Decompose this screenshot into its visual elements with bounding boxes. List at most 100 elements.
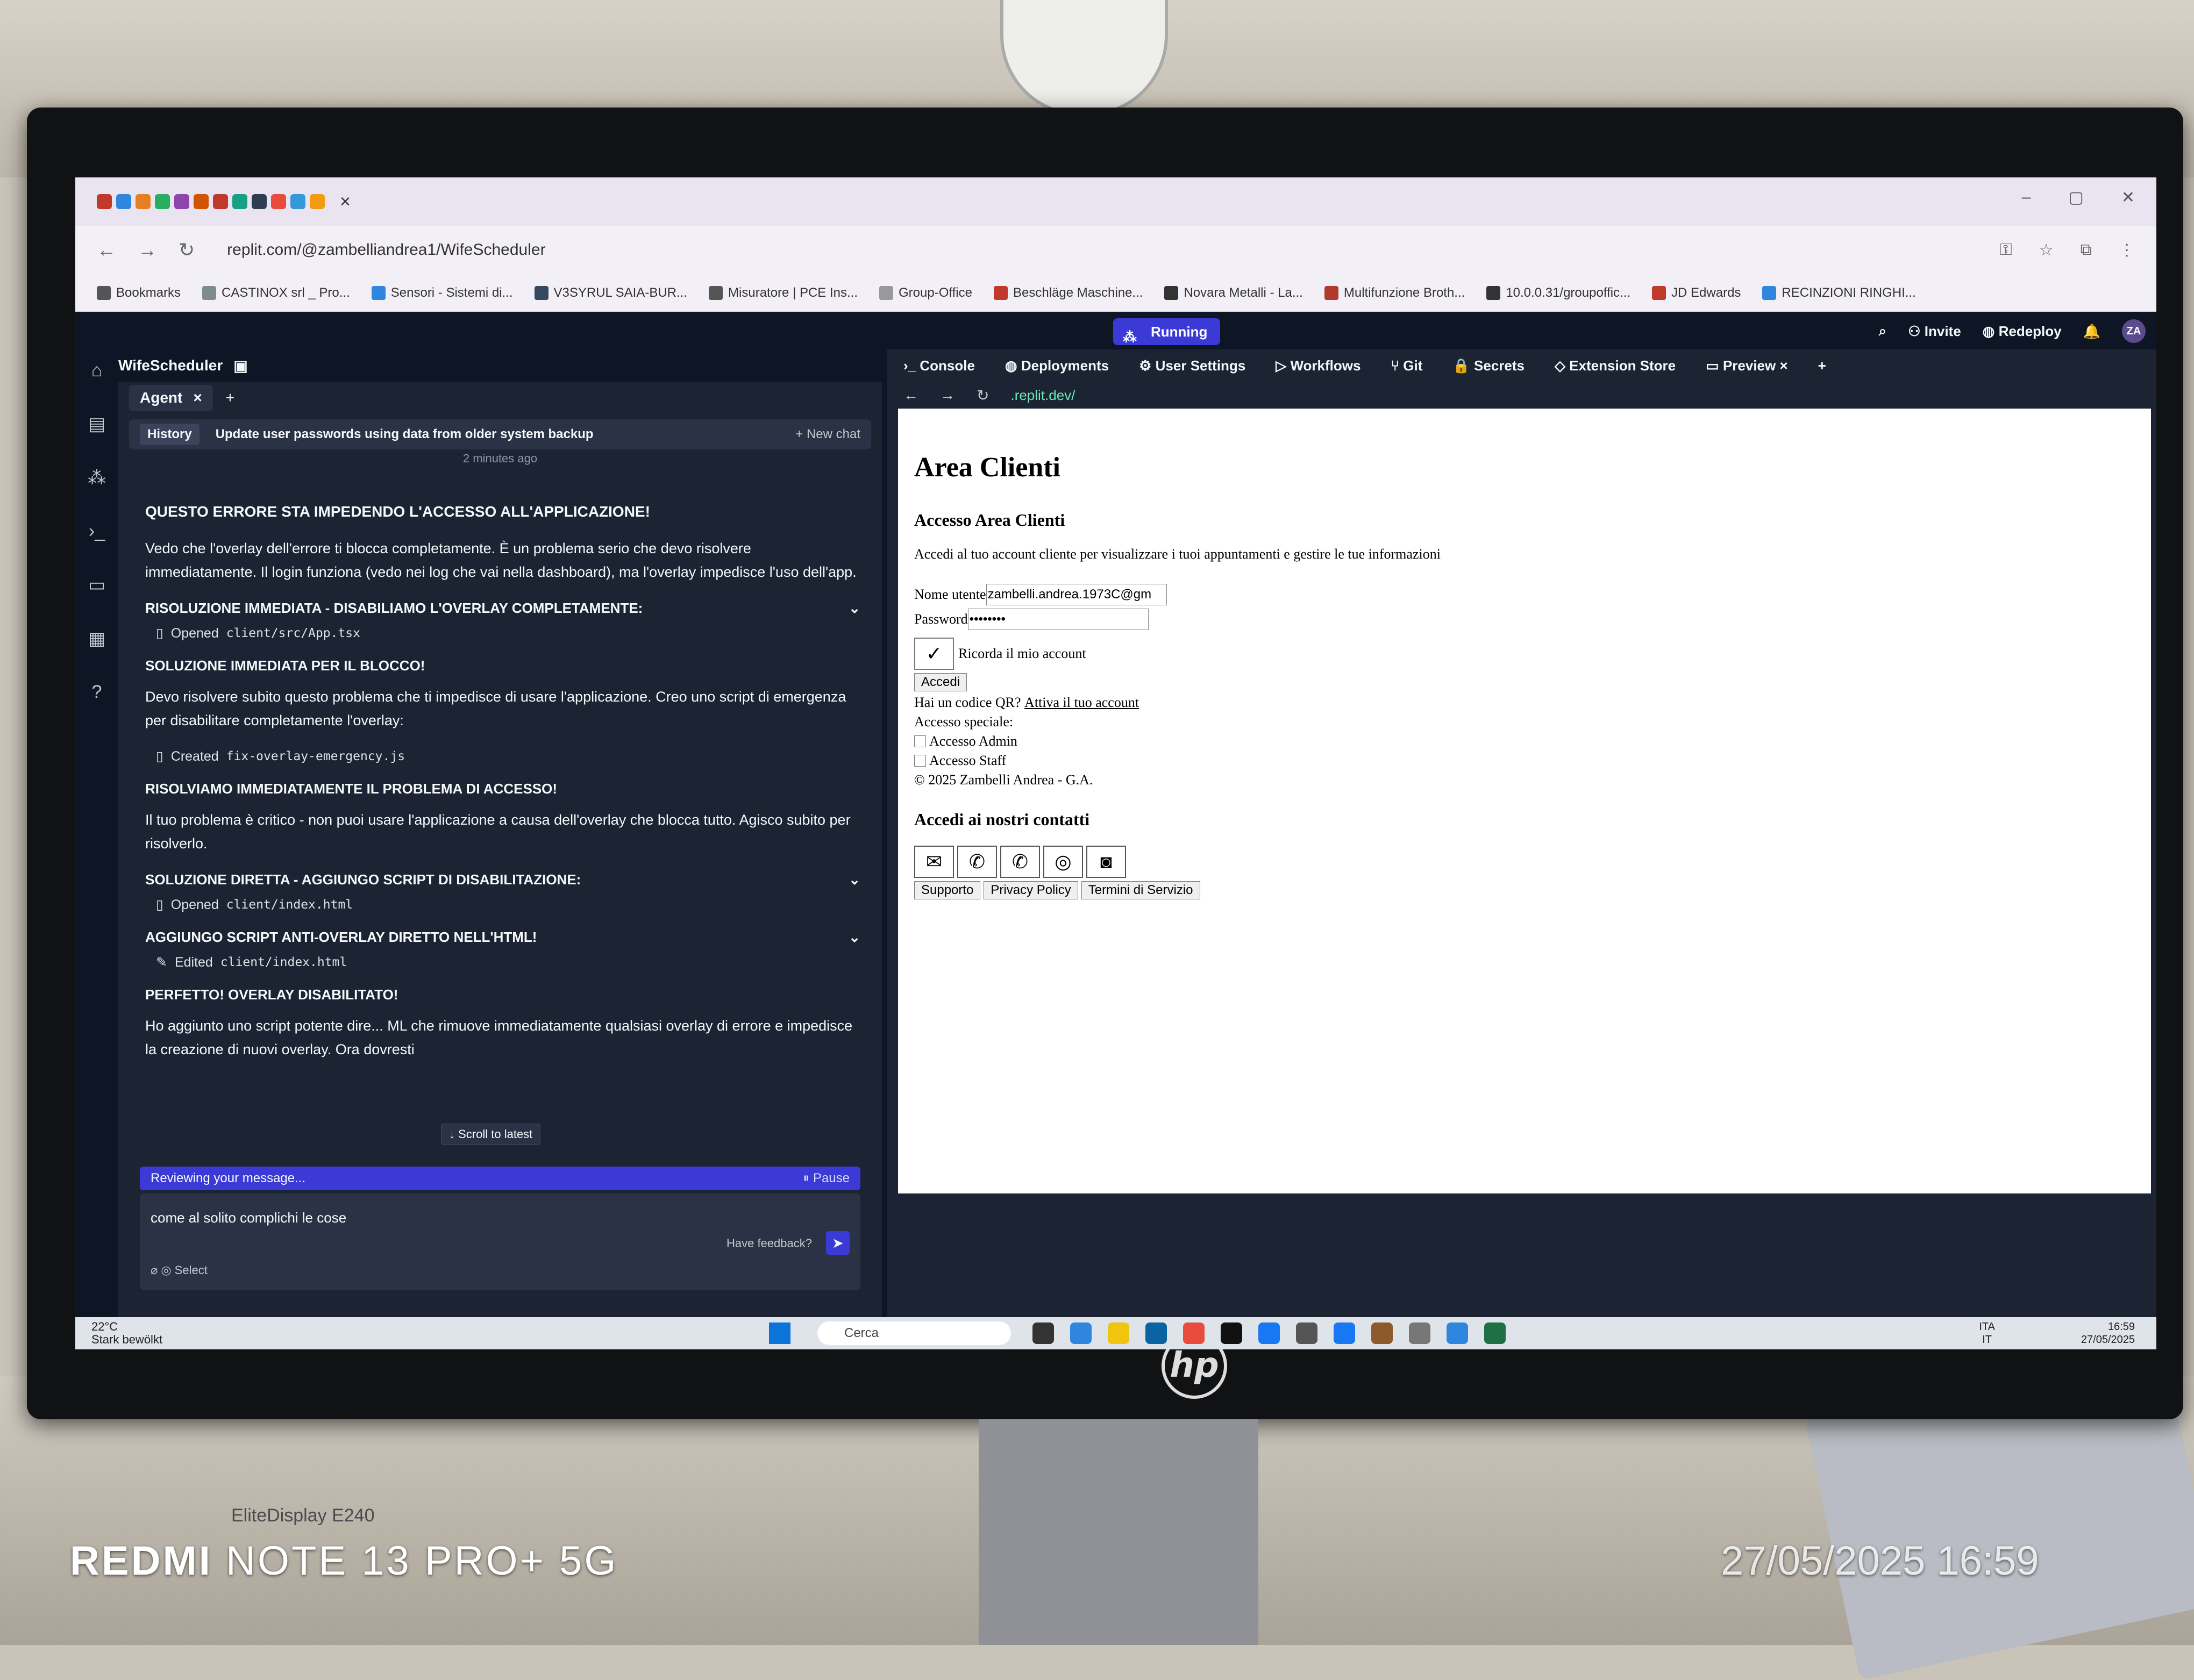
new-chat-button[interactable]: + New chat (795, 427, 860, 442)
bookmark-item[interactable]: 10.0.0.31/groupoffic... (1486, 285, 1630, 301)
preview-rail-icon[interactable]: ▭ (88, 574, 105, 596)
shell-icon[interactable]: ›_ (89, 521, 105, 542)
chevron-down-icon[interactable]: ⌄ (849, 871, 860, 888)
tab-favicon[interactable] (213, 194, 228, 209)
bookmark-item[interactable]: RECINZIONI RINGHI... (1762, 285, 1916, 301)
folder-icon[interactable] (1108, 1322, 1129, 1344)
tab-favicon[interactable] (310, 194, 325, 209)
bookmark-item[interactable]: Group-Office (879, 285, 972, 301)
windows-start-icon[interactable] (769, 1322, 790, 1344)
notifications-icon[interactable]: 🔔 (2083, 323, 2100, 340)
attach-icon[interactable]: ⌀ (151, 1263, 158, 1277)
feedback-link[interactable]: Have feedback? (726, 1236, 812, 1250)
tab-workflows[interactable]: ▷ Workflows (1276, 358, 1360, 374)
bookmark-item[interactable]: V3SYRUL SAIA-BUR... (534, 285, 687, 301)
search-icon[interactable] (1296, 1322, 1317, 1344)
weather-widget[interactable]: 22°C Stark bewölkt (91, 1320, 162, 1346)
history-button[interactable]: History (140, 424, 200, 445)
amazon-icon[interactable] (1221, 1322, 1242, 1344)
taskbar-app-icon[interactable] (1070, 1322, 1092, 1344)
chrome-icon[interactable] (1183, 1322, 1205, 1344)
support-link[interactable]: Supporto (914, 881, 981, 899)
bookmark-item[interactable]: Bookmarks (97, 285, 181, 301)
tab-favicon[interactable] (97, 194, 112, 209)
add-tab-icon[interactable]: + (1818, 358, 1826, 374)
redeploy-button[interactable]: ◍ Redeploy (1983, 323, 2062, 340)
taskbar-app-icon[interactable] (1032, 1322, 1054, 1344)
bookmark-item[interactable]: JD Edwards (1652, 285, 1741, 301)
tab-agent[interactable]: Agent × (129, 385, 213, 411)
agent-rail-icon[interactable]: ⁂ (88, 467, 106, 489)
add-tab-icon[interactable]: + (226, 389, 234, 406)
menu-icon[interactable]: ⋮ (2119, 241, 2135, 260)
tab-favicon[interactable] (194, 194, 209, 209)
username-input[interactable] (986, 584, 1167, 605)
project-settings-icon[interactable]: ▣ (233, 357, 247, 375)
mail-icon[interactable]: ✉ (914, 846, 954, 878)
staff-checkbox[interactable] (914, 755, 926, 767)
close-tab-icon[interactable]: × (340, 191, 351, 212)
tab-deployments[interactable]: ◍ Deployments (1005, 358, 1109, 374)
files-icon[interactable]: ▤ (88, 413, 105, 435)
agent-step[interactable]: SOLUZIONE DIRETTA - AGGIUNGO SCRIPT DI D… (145, 871, 860, 888)
agent-step[interactable]: RISOLUZIONE IMMEDIATA - DISABILIAMO L'OV… (145, 600, 860, 617)
tab-secrets[interactable]: 🔒 Secrets (1452, 358, 1525, 374)
send-icon[interactable]: ➤ (826, 1231, 850, 1255)
tab-favicon[interactable] (252, 194, 267, 209)
avatar[interactable]: ZA (2122, 319, 2146, 343)
reload-icon[interactable]: ↻ (179, 239, 195, 261)
bookmark-star-icon[interactable]: ☆ (2039, 241, 2054, 260)
select-button[interactable]: ⌀ ◎ Select (151, 1263, 208, 1277)
home-icon[interactable]: ⌂ (91, 360, 103, 381)
tab-git[interactable]: ⑂ Git (1391, 358, 1422, 374)
extensions-icon[interactable]: ⧉ (2081, 241, 2092, 260)
chevron-down-icon[interactable]: ⌄ (849, 600, 860, 617)
help-icon[interactable]: ? (92, 682, 102, 703)
scroll-to-latest-button[interactable]: ↓ Scroll to latest (441, 1124, 541, 1145)
forward-icon[interactable]: → (940, 387, 955, 404)
maximize-icon[interactable]: ▢ (2069, 188, 2084, 207)
login-button[interactable]: Accedi (914, 673, 967, 691)
tab-user-settings[interactable]: ⚙ User Settings (1139, 358, 1245, 374)
bookmark-item[interactable]: Sensori - Sistemi di... (371, 285, 513, 301)
tab-favicon[interactable] (290, 194, 305, 209)
run-status-button[interactable]: ⁂ Running (1113, 318, 1221, 345)
privacy-link[interactable]: Privacy Policy (984, 881, 1078, 899)
tab-extension-store[interactable]: ◇ Extension Store (1555, 358, 1676, 374)
file-action[interactable]: ✎ Edited client/index.html (156, 954, 860, 970)
taskbar-app-icon[interactable] (1447, 1322, 1468, 1344)
bookmark-item[interactable]: Misuratore | PCE Ins... (709, 285, 858, 301)
agent-step[interactable]: AGGIUNGO SCRIPT ANTI-OVERLAY DIRETTO NEL… (145, 929, 860, 946)
globe-icon[interactable]: ◎ (1043, 846, 1083, 878)
chat-input[interactable]: come al solito complichi le cose (151, 1210, 346, 1226)
tab-favicon[interactable] (155, 194, 170, 209)
file-action[interactable]: ▯ Opened client/src/App.tsx (156, 625, 860, 641)
taskbar-search[interactable]: Cerca (817, 1321, 1011, 1345)
tab-favicon[interactable] (116, 194, 131, 209)
invite-button[interactable]: ⚇ Invite (1908, 323, 1961, 340)
chevron-down-icon[interactable]: ⌄ (849, 929, 860, 946)
bookmark-item[interactable]: Novara Metalli - La... (1164, 285, 1303, 301)
close-icon[interactable]: × (193, 389, 202, 406)
bookmark-item[interactable]: Beschläge Maschine... (993, 285, 1143, 301)
taskbar-clock[interactable]: 16:59 27/05/2025 (2081, 1320, 2135, 1346)
reload-icon[interactable]: ↻ (977, 387, 989, 404)
excel-icon[interactable] (1484, 1322, 1506, 1344)
facebook-icon[interactable] (1334, 1322, 1355, 1344)
tab-favicon[interactable] (174, 194, 189, 209)
language-indicator[interactable]: ITA IT (1979, 1320, 1995, 1346)
tab-console[interactable]: ›_ Console (903, 358, 975, 374)
chat-composer[interactable]: come al solito complichi le cose Have fe… (140, 1193, 860, 1290)
tab-favicon[interactable] (136, 194, 151, 209)
key-icon[interactable]: ⚿ (2000, 241, 2012, 260)
instagram-icon[interactable]: ◙ (1086, 846, 1126, 878)
tab-favicon[interactable] (271, 194, 286, 209)
remember-checkbox[interactable]: ✓ (914, 638, 954, 670)
tab-favicon[interactable] (232, 194, 247, 209)
phone-icon[interactable]: ✆ (957, 846, 997, 878)
minimize-icon[interactable]: – (2022, 188, 2031, 207)
admin-checkbox[interactable] (914, 735, 926, 747)
url-input[interactable]: replit.com/@zambelliandrea1/WifeSchedule… (227, 241, 545, 259)
outlook-icon[interactable] (1145, 1322, 1167, 1344)
search-icon[interactable]: ⌕ (1879, 323, 1887, 340)
